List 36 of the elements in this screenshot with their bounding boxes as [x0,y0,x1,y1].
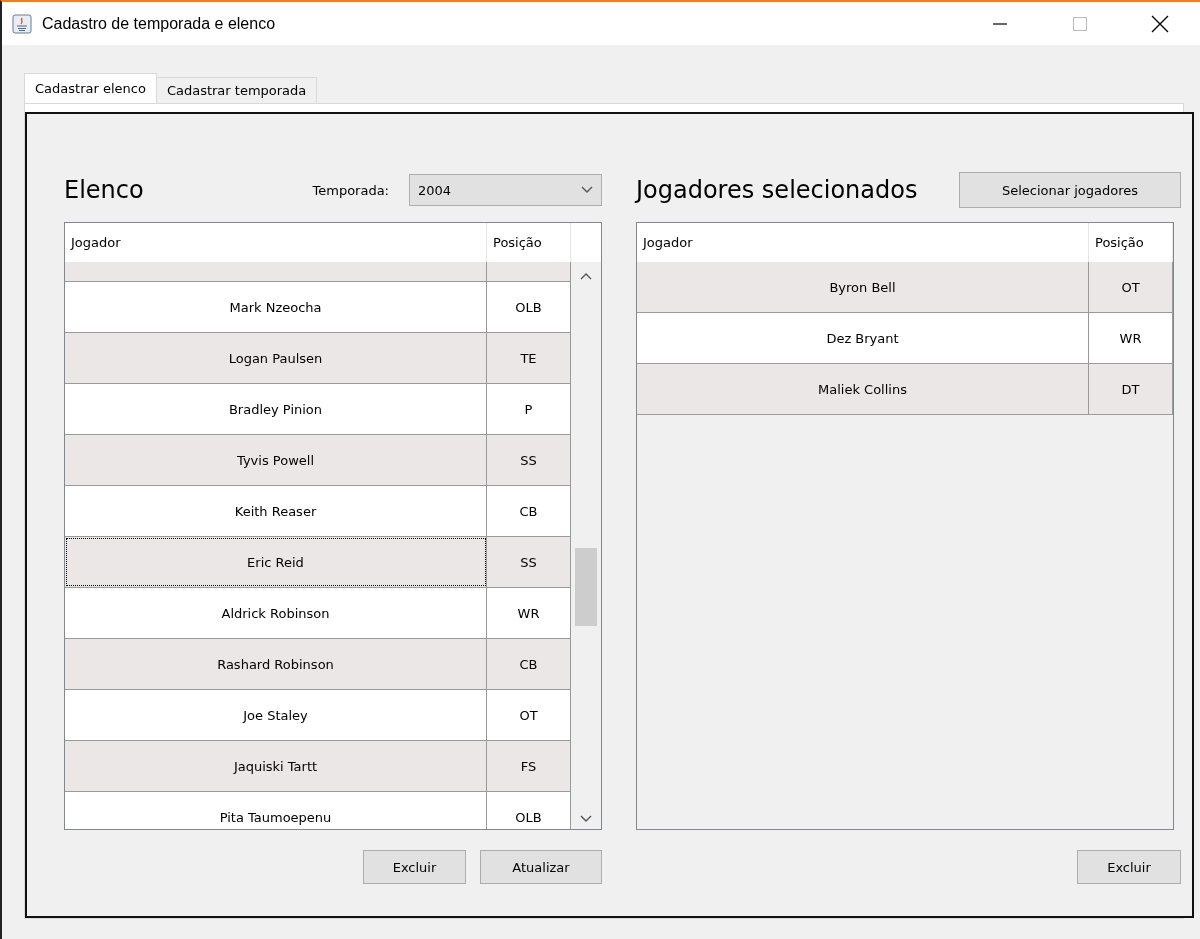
maximize-icon [1072,15,1088,32]
delete-button[interactable]: Excluir [1077,850,1181,884]
table-cell[interactable]: Tyvis Powell [65,435,487,485]
chevron-down-icon [581,186,593,194]
section-title: Elenco [64,176,144,204]
table-cell[interactable]: Rashard Robinson [65,639,487,689]
section-title: Jogadores selecionados [636,176,918,204]
chevron-down-icon [580,815,592,823]
season-label: Temporada: [312,182,389,198]
season-dropdown[interactable]: 2004 [409,174,602,206]
table-cell[interactable]: Joe Staley [65,690,487,740]
table-cell[interactable]: Bradley Pinion [65,384,487,434]
close-icon [1151,14,1169,33]
table-cell[interactable]: Mark Nzeocha [65,282,487,332]
delete-button[interactable]: Excluir [363,850,466,884]
table-cell[interactable]: Logan Paulsen [65,333,487,383]
table-cell[interactable]: Eric Reid [65,537,487,587]
scrollbar-thumb[interactable] [575,548,597,626]
minimize-icon [992,22,1008,25]
tab[interactable]: Cadastrar temporada [155,77,318,103]
app-icon [12,13,32,34]
table-cell[interactable]: Pita Taumoepenu [65,792,487,829]
table-cell[interactable]: Jaquiski Tartt [65,741,487,791]
table-cell[interactable]: OT [1089,262,1173,312]
table-cell[interactable]: Byron Bell [637,262,1089,312]
select-players-button[interactable]: Selecionar jogadores [959,172,1181,208]
table-cell[interactable]: Aldrick Robinson [65,588,487,638]
table-cell[interactable]: WR [1089,313,1173,363]
table-cell[interactable]: Keith Reaser [65,486,487,536]
refresh-button[interactable]: Atualizar [480,850,602,884]
window-title: Cadastro de temporada e elenco [42,14,277,33]
table-cell[interactable]: Dez Bryant [637,313,1089,363]
tab[interactable]: Cadastrar elenco [24,73,157,103]
table-cell[interactable]: Maliek Collins [637,364,1089,414]
chevron-up-icon [580,272,592,280]
table-cell[interactable]: DT [1089,364,1173,414]
